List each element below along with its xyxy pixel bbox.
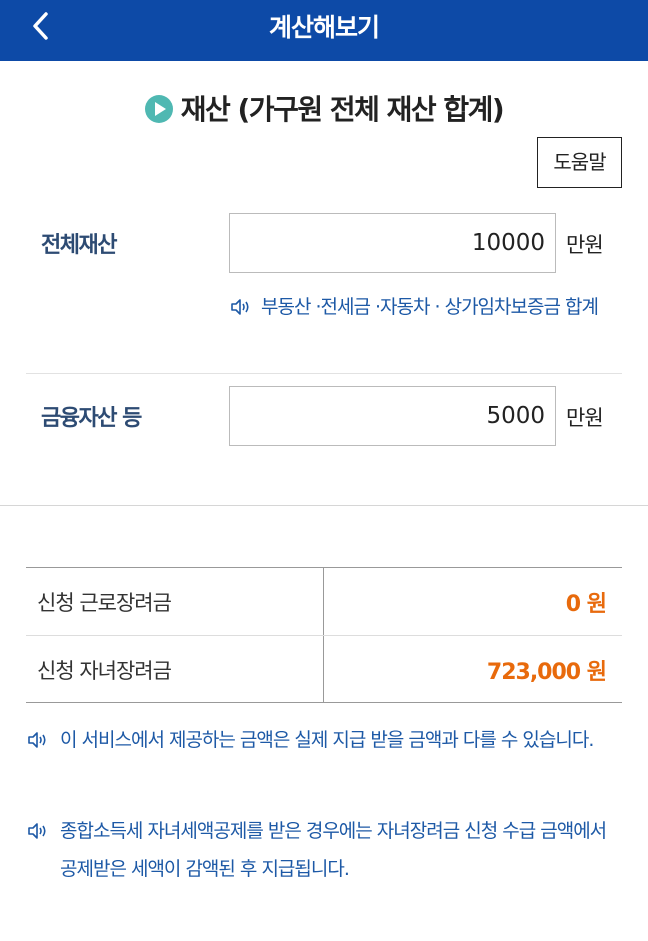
- note-text: 종합소득세 자녀세액공제를 받은 경우에는 자녀장려금 신청 수급 금액에서 공…: [60, 820, 607, 880]
- result-label-child-incentive: 신청 자녀장려금: [37, 659, 172, 683]
- help-button[interactable]: 도움말: [537, 137, 622, 188]
- section-title: 재산 (가구원 전체 재산 합계): [0, 88, 648, 128]
- field-divider: [26, 373, 622, 374]
- disclaimer-note: 이 서비스에서 제공하는 금액은 실제 지급 받을 금액과 다를 수 있습니다.: [26, 721, 622, 759]
- total-assets-unit: 만원: [566, 233, 604, 257]
- result-label-work-incentive: 신청 근로장려금: [37, 591, 172, 615]
- section-divider: [0, 505, 648, 506]
- section-title-text: 재산 (가구원 전체 재산 합계): [180, 93, 505, 126]
- speaker-icon: [28, 823, 46, 839]
- financial-assets-label: 금융자산 등: [41, 406, 142, 431]
- hint-text: 부동산 ·전세금 ·자동차 · 상가임차보증금 합계: [261, 296, 599, 318]
- financial-assets-input[interactable]: 5000: [229, 386, 556, 446]
- result-table: 신청 근로장려금 0 원 신청 자녀장려금 723,000 원: [26, 567, 622, 703]
- total-assets-input[interactable]: 10000: [229, 213, 556, 273]
- page-title: 계산해보기: [268, 13, 380, 42]
- play-circle-icon: [144, 95, 173, 123]
- total-assets-hint: 부동산 ·전세금 ·자동차 · 상가임차보증금 합계: [229, 288, 619, 326]
- total-assets-label: 전체재산: [41, 233, 117, 258]
- note-text: 이 서비스에서 제공하는 금액은 실제 지급 받을 금액과 다를 수 있습니다.: [60, 729, 594, 751]
- result-value-work-incentive: 0 원: [565, 592, 607, 617]
- financial-assets-unit: 만원: [566, 406, 604, 430]
- top-app-bar: 계산해보기: [0, 0, 648, 61]
- table-row: 신청 자녀장려금 723,000 원: [26, 635, 622, 702]
- result-value-child-incentive: 723,000 원: [486, 660, 607, 685]
- speaker-icon: [231, 299, 249, 315]
- deduction-note: 종합소득세 자녀세액공제를 받은 경우에는 자녀장려금 신청 수급 금액에서 공…: [26, 812, 622, 888]
- speaker-icon: [28, 732, 46, 748]
- table-row: 신청 근로장려금 0 원: [26, 568, 622, 635]
